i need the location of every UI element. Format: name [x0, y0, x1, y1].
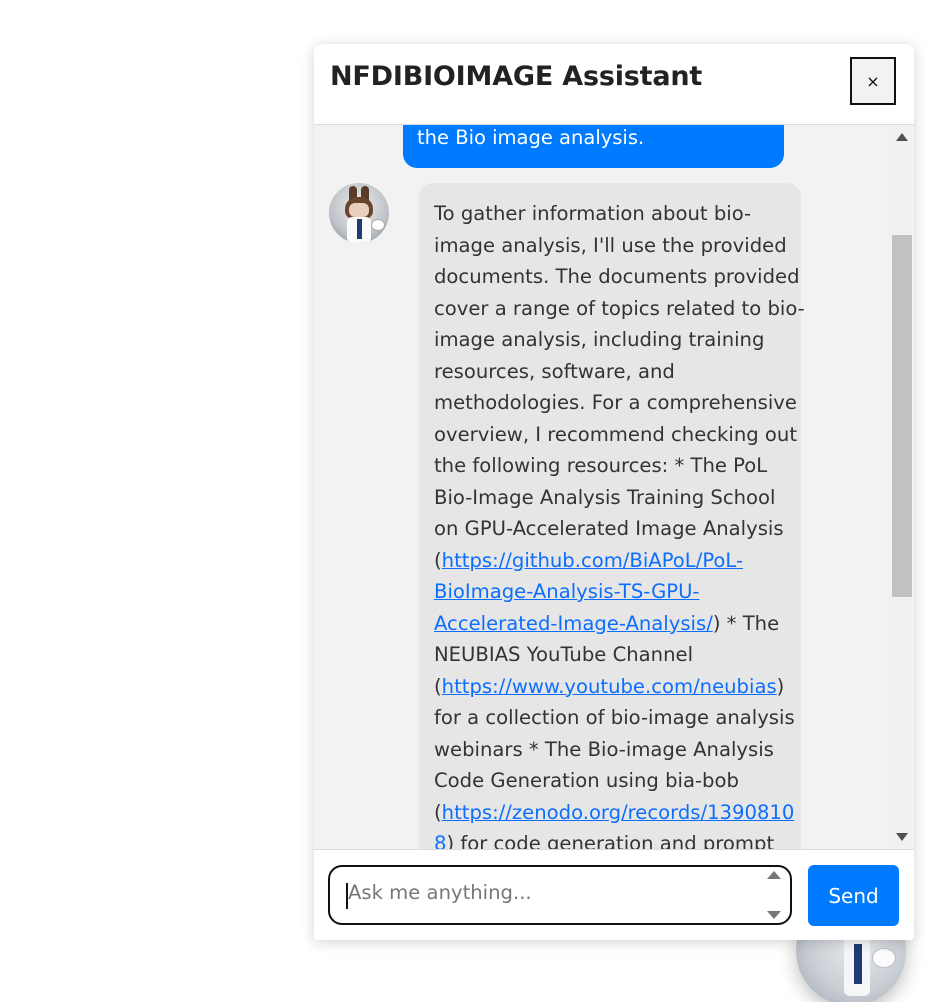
bot-message-text: To gather information about bio-	[434, 202, 752, 225]
bot-message-line: (https://www.youtube.com/neubias)	[434, 671, 786, 703]
bot-message-text: NEUBIAS YouTube Channel	[434, 643, 694, 666]
bot-message-line: image analysis, including training	[434, 324, 786, 356]
launcher-figure-tie	[854, 944, 862, 984]
bot-message-bubble: To gather information about bio-image an…	[419, 183, 805, 849]
user-message-bubble: the Bio image analysis.	[403, 125, 784, 168]
spinner-down-icon[interactable]	[767, 911, 781, 919]
bot-message-line: (https://zenodo.org/records/1390810	[434, 797, 794, 829]
bot-message-line: To gather information about bio-	[434, 198, 786, 230]
chat-title: NFDIBIOIMAGE Assistant	[330, 61, 703, 92]
scroll-up-button[interactable]	[890, 125, 914, 149]
chat-window: NFDIBIOIMAGE Assistant × the Bio image a…	[314, 44, 914, 940]
bot-message-line: documents. The documents provided	[434, 261, 800, 293]
avatar-face	[349, 203, 369, 217]
bot-avatar	[329, 183, 389, 243]
bot-message-line: resources, software, and	[434, 356, 786, 388]
input-area: Ask me anything... Send	[314, 849, 914, 940]
bot-message-line: BioImage-Analysis-TS-GPU-	[434, 576, 786, 608]
bot-message-text: image analysis, I'll use the provided	[434, 233, 787, 257]
spinner-up-icon[interactable]	[767, 871, 781, 879]
scroll-thumb[interactable]	[892, 235, 912, 597]
bot-message-line: image analysis, I'll use the provided	[434, 230, 787, 262]
page: NFDIBIOIMAGE Assistant × the Bio image a…	[0, 0, 926, 1002]
message-scrollbar[interactable]	[890, 125, 914, 849]
bot-message-text: overview, I recommend checking out	[434, 422, 798, 446]
message-input-placeholder: Ask me anything...	[348, 881, 532, 904]
bot-message-text: Bio-Image Analysis Training School	[434, 485, 776, 509]
bot-message-line: 8) for code generation and prompt	[434, 828, 786, 849]
bot-message-line: on GPU-Accelerated Image Analysis	[434, 513, 786, 545]
bot-message-line: webinars * The Bio-image Analysis	[434, 734, 786, 766]
bot-message-line: Bio-Image Analysis Training School	[434, 482, 786, 514]
resource-link[interactable]: BioImage-Analysis-TS-GPU-	[434, 580, 699, 603]
bot-message-text: )	[776, 674, 785, 698]
bot-message-text: ) * The	[712, 611, 780, 635]
message-input[interactable]: Ask me anything...	[328, 865, 792, 925]
bot-message-text: the following resources: * The PoL	[434, 454, 768, 477]
bot-message-text: for a collection of bio-image analysis	[434, 706, 795, 729]
bot-message-text: image analysis, including training	[434, 328, 765, 351]
bot-message-line: (https://github.com/BiAPoL/PoL-	[434, 545, 786, 577]
bot-message-text: methodologies. For a comprehensive	[434, 391, 797, 414]
bot-message-text: (	[434, 800, 442, 824]
resource-link[interactable]: https://www.youtube.com/neubias	[442, 675, 777, 698]
bot-message-text: resources, software, and	[434, 359, 675, 383]
chat-header: NFDIBIOIMAGE Assistant ×	[314, 44, 914, 125]
scroll-down-icon	[896, 833, 908, 841]
bot-message-text: Code Generation using bia-bob	[434, 769, 739, 792]
bot-message-line: for a collection of bio-image analysis	[434, 702, 795, 734]
bot-message-text: ) for code generation and prompt	[446, 832, 775, 849]
avatar-hand	[371, 219, 385, 231]
resource-link[interactable]: https://github.com/BiAPoL/PoL-	[442, 549, 743, 572]
bot-message-line: the following resources: * The PoL	[434, 450, 786, 482]
close-icon: ×	[866, 71, 880, 91]
close-button[interactable]: ×	[850, 57, 896, 105]
bot-message-text: cover a range of topics related to bio-	[434, 296, 805, 320]
input-spinner[interactable]	[764, 871, 784, 919]
bot-message-text: (	[434, 674, 442, 698]
launcher-figure-hand	[872, 948, 896, 968]
scroll-up-icon	[896, 133, 908, 141]
bot-message-text: documents. The documents provided	[434, 265, 800, 288]
user-message-text: the Bio image analysis.	[417, 126, 645, 149]
bot-message-line: methodologies. For a comprehensive	[434, 387, 797, 419]
bot-message-text: webinars * The Bio-image Analysis	[434, 737, 774, 761]
send-button[interactable]: Send	[808, 865, 899, 926]
resource-link[interactable]: https://zenodo.org/records/1390810	[442, 801, 795, 824]
bot-message-line: Accelerated-Image-Analysis/) * The	[434, 608, 786, 640]
avatar-tie	[357, 219, 362, 239]
bot-message-line: overview, I recommend checking out	[434, 419, 797, 451]
message-list[interactable]: the Bio image analysis. To gather inform…	[314, 125, 890, 849]
scroll-down-button[interactable]	[890, 825, 914, 849]
bot-message-line: NEUBIAS YouTube Channel	[434, 639, 786, 671]
bot-message-line: cover a range of topics related to bio-	[434, 293, 805, 325]
bot-message-line: Code Generation using bia-bob	[434, 765, 786, 797]
resource-link[interactable]: Accelerated-Image-Analysis/	[434, 612, 713, 635]
bot-message-text: (	[434, 548, 442, 572]
bot-message-text: on GPU-Accelerated Image Analysis	[434, 517, 784, 540]
resource-link[interactable]: 8	[434, 832, 446, 849]
